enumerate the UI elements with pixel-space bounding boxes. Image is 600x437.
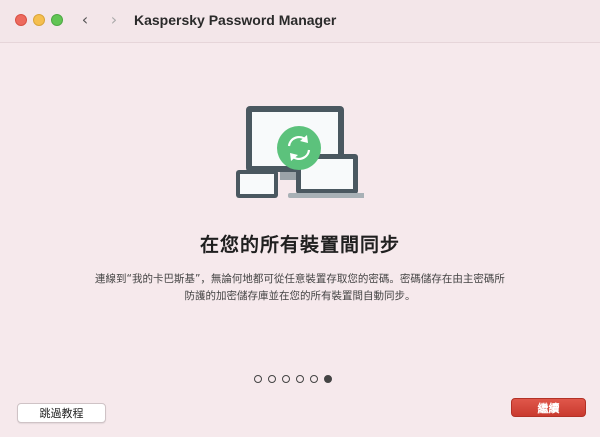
- description-line-1: 連線到“我的卡巴斯基”，無論何地都可從任意裝置存取您的密碼。密碼儲存在由主密碼所: [95, 273, 505, 285]
- close-window-button[interactable]: [15, 14, 27, 26]
- zoom-window-button[interactable]: [51, 14, 63, 26]
- page-dot-2[interactable]: [268, 375, 276, 383]
- devices-sync-icon: [236, 104, 366, 200]
- chevron-left-icon[interactable]: ‹: [75, 10, 95, 30]
- continue-button[interactable]: 繼續: [511, 398, 586, 417]
- description-line-2: 防護的加密儲存庫並在您的所有裝置間自動同步。: [184, 290, 416, 302]
- title-bar: ‹ › Kaspersky Password Manager: [0, 0, 600, 43]
- chevron-right-icon[interactable]: ›: [104, 10, 124, 30]
- pagination-dots: [254, 375, 332, 385]
- page-dot-4[interactable]: [296, 375, 304, 383]
- page-dot-6[interactable]: [324, 375, 332, 383]
- page-dot-1[interactable]: [254, 375, 262, 383]
- page-heading: 在您的所有裝置間同步: [199, 234, 400, 256]
- minimize-window-button[interactable]: [33, 14, 45, 26]
- page-dot-5[interactable]: [310, 375, 318, 383]
- app-title: Kaspersky Password Manager: [134, 12, 337, 28]
- skip-tutorial-button[interactable]: 跳過教程: [17, 403, 106, 423]
- description-text: 連線到“我的卡巴斯基”，無論何地都可從任意裝置存取您的密碼。密碼儲存在由主密碼所…: [70, 271, 530, 305]
- page-dot-3[interactable]: [282, 375, 290, 383]
